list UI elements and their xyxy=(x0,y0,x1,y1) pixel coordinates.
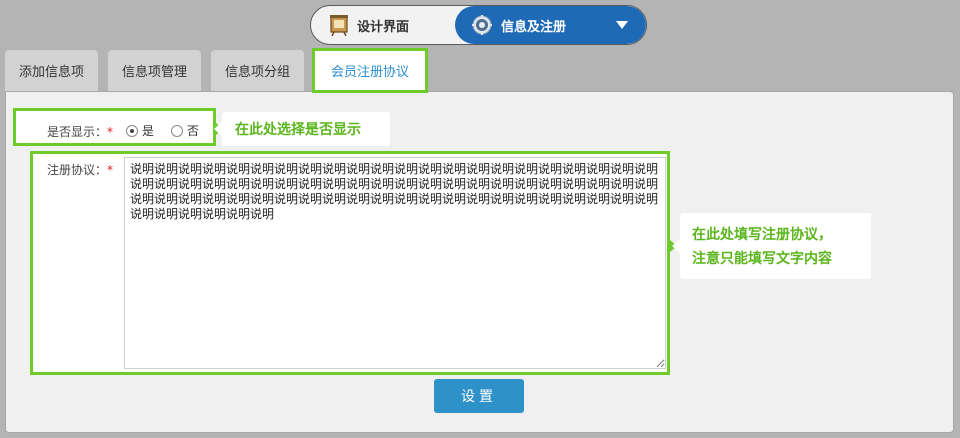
page-root: 设计界面 信息及注册 添加信息项 信息项管理 信息项分组 会员注册协议 是否显示… xyxy=(0,0,960,438)
required-mark: * xyxy=(107,125,114,139)
agreement-hint-line2: 注意只能填写文字内容 xyxy=(692,251,832,267)
chevron-down-icon[interactable] xyxy=(616,21,628,29)
agreement-hint-callout: 在此处填写注册协议， 注意只能填写文字内容 xyxy=(672,213,871,279)
info-register-mode-button[interactable]: 信息及注册 xyxy=(455,6,646,44)
submit-settings-button[interactable]: 设置 xyxy=(434,379,524,413)
design-mode-button[interactable]: 设计界面 xyxy=(311,6,457,44)
design-board-icon xyxy=(329,14,349,36)
tab-label: 信息项分组 xyxy=(224,65,290,80)
tab-info-item-manage[interactable]: 信息项管理 xyxy=(108,50,201,91)
agreement-field-label: 注册协议：* xyxy=(47,163,114,177)
show-hint-callout: 在此处选择是否显示 xyxy=(214,112,390,146)
agreement-hint-line1: 在此处填写注册协议， xyxy=(692,227,832,243)
tab-add-info-item[interactable]: 添加信息项 xyxy=(5,50,98,91)
mode-switcher: 设计界面 信息及注册 xyxy=(310,5,647,45)
radio-label: 否 xyxy=(187,124,200,138)
agreement-textarea[interactable]: 说明说明说明说明说明说明说明说明说明说明说明说明说明说明说明说明说明说明说明说明… xyxy=(124,157,666,369)
tab-label: 信息项管理 xyxy=(121,65,187,80)
tab-label: 会员注册协议 xyxy=(330,65,409,80)
tab-info-item-group[interactable]: 信息项分组 xyxy=(211,50,304,91)
show-hint-text: 在此处选择是否显示 xyxy=(235,122,361,138)
gear-icon xyxy=(471,14,493,36)
design-mode-label: 设计界面 xyxy=(357,19,410,35)
radio-label: 是 xyxy=(142,124,155,138)
radio-show-yes[interactable]: 是 xyxy=(126,122,154,139)
radio-show-no[interactable]: 否 xyxy=(171,122,199,139)
radio-checked-icon[interactable] xyxy=(126,124,138,137)
radio-unchecked-icon[interactable] xyxy=(171,124,183,137)
info-register-mode-label: 信息及注册 xyxy=(501,19,567,35)
tab-label: 添加信息项 xyxy=(18,65,84,80)
tab-member-agreement[interactable]: 会员注册协议 xyxy=(312,48,428,93)
required-mark: * xyxy=(107,163,114,177)
show-field-label: 是否显示：* xyxy=(47,125,114,139)
